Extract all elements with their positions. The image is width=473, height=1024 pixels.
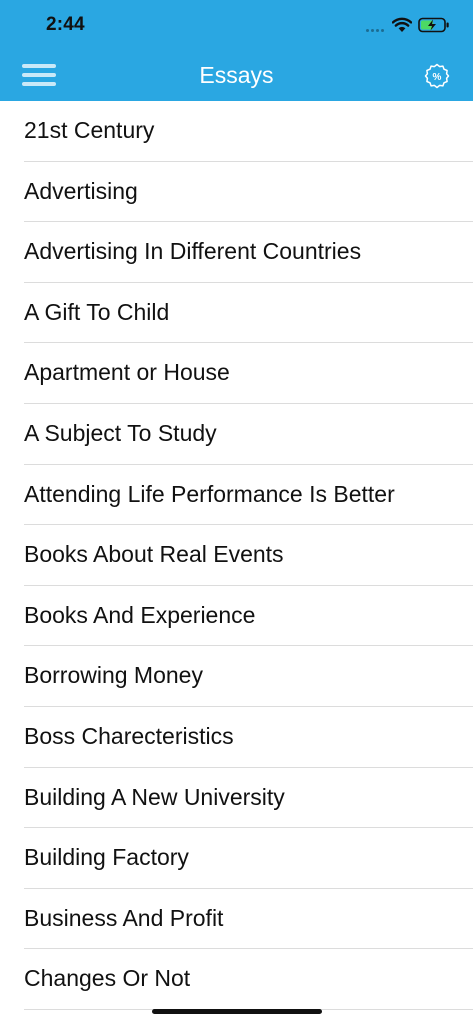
essay-title: Building A New University: [24, 783, 285, 810]
list-item[interactable]: Attending Life Performance Is Better: [0, 465, 473, 526]
essay-title: A Subject To Study: [24, 419, 217, 446]
essay-title: Boss Charecteristics: [24, 722, 234, 749]
discount-badge-icon[interactable]: %: [424, 63, 450, 89]
essay-title: Apartment or House: [24, 359, 230, 386]
essay-list: 21st Century Advertising Advertising In Di…: [0, 101, 473, 1010]
essay-title: Changes Or Not: [24, 965, 191, 992]
list-item[interactable]: 21st Century: [0, 101, 473, 162]
essay-title: Building Factory: [24, 844, 189, 871]
svg-text:%: %: [433, 72, 442, 83]
status-bar: 2:44: [0, 0, 473, 52]
list-item[interactable]: Changes Or Not: [0, 949, 473, 1010]
essay-title: Advertising In Different Countries: [24, 238, 362, 265]
essay-title: Books About Real Events: [24, 541, 284, 568]
essay-title: Borrowing Money: [24, 662, 203, 689]
app-header: 2:44 Essays %: [0, 0, 473, 101]
list-item[interactable]: Advertising In Different Countries: [0, 222, 473, 283]
list-item[interactable]: Apartment or House: [0, 343, 473, 404]
list-item[interactable]: Boss Charecteristics: [0, 707, 473, 768]
list-item[interactable]: A Gift To Child: [0, 283, 473, 344]
page-title: Essays: [199, 62, 274, 88]
list-item[interactable]: Building A New University: [0, 768, 473, 829]
essay-title: Business And Profit: [24, 904, 224, 931]
status-time: 2:44: [46, 14, 85, 35]
essay-title: A Gift To Child: [24, 298, 170, 325]
essay-title: 21st Century: [24, 117, 155, 143]
cellular-signal-icon: [366, 29, 388, 33]
wifi-icon: [392, 17, 412, 32]
home-indicator[interactable]: [152, 1009, 322, 1014]
list-item[interactable]: Building Factory: [0, 828, 473, 889]
essay-title: Advertising: [24, 177, 138, 204]
list-item[interactable]: Borrowing Money: [0, 646, 473, 707]
nav-bar: Essays %: [0, 52, 473, 101]
battery-charging-icon: [418, 17, 449, 33]
list-item[interactable]: Books About Real Events: [0, 525, 473, 586]
essay-title: Attending Life Performance Is Better: [24, 480, 395, 507]
essay-title: Books And Experience: [24, 601, 256, 628]
list-item[interactable]: A Subject To Study: [0, 404, 473, 465]
list-item[interactable]: Advertising: [0, 162, 473, 223]
list-item[interactable]: Business And Profit: [0, 889, 473, 950]
list-item[interactable]: Books And Experience: [0, 586, 473, 647]
